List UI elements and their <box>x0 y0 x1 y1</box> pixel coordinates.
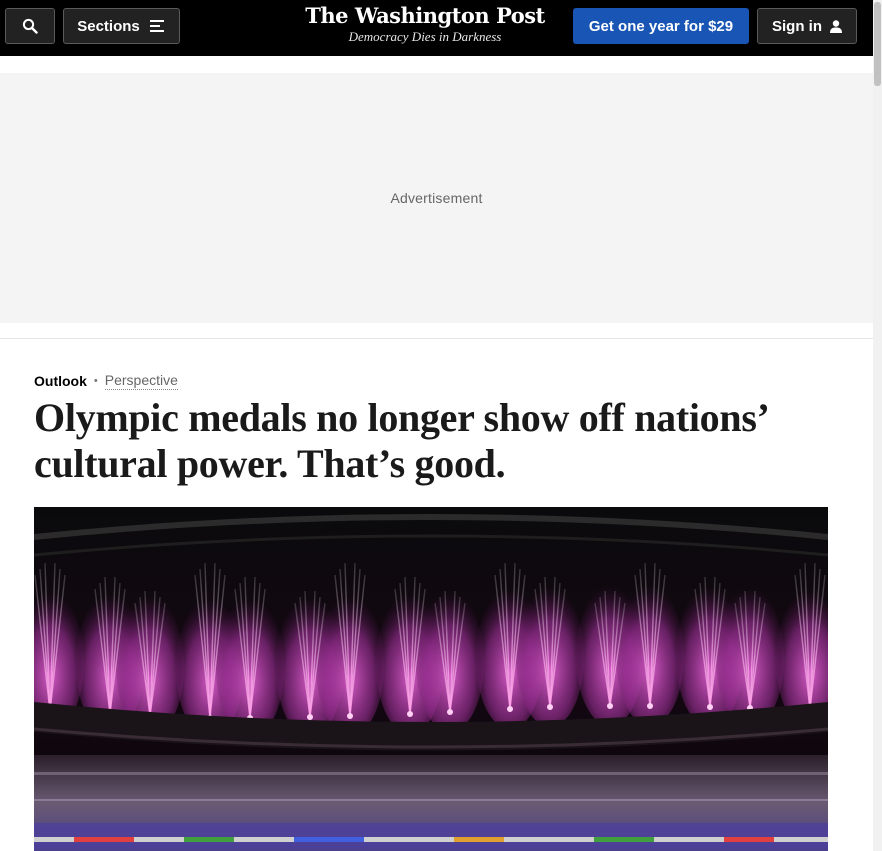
perspective-label[interactable]: Perspective <box>104 372 178 390</box>
subscribe-label: Get one year for $29 <box>588 17 734 35</box>
section-link[interactable]: Outlook <box>34 373 87 389</box>
advertisement-label: Advertisement <box>390 190 483 206</box>
search-icon <box>22 18 38 34</box>
scrollbar-thumb[interactable] <box>874 2 881 86</box>
search-button[interactable] <box>5 8 55 44</box>
section-divider <box>0 338 873 339</box>
menu-lines-icon <box>149 20 164 32</box>
brand-tagline: Democracy Dies in Darkness <box>348 29 502 44</box>
page-scrollbar[interactable] <box>873 0 882 851</box>
sign-in-button[interactable]: Sign in <box>757 8 857 44</box>
kicker-separator: • <box>93 375 98 387</box>
article-kicker: Outlook • Perspective <box>34 372 178 390</box>
top-navigation-bar: Sections The Washington Post Democracy D… <box>0 0 873 56</box>
sign-in-label: Sign in <box>772 17 822 35</box>
user-icon <box>830 19 842 33</box>
advertisement-slot: Advertisement <box>0 73 873 323</box>
brand-logo[interactable]: The Washington Post Democracy Dies in Da… <box>300 2 550 44</box>
sections-button[interactable]: Sections <box>63 8 180 44</box>
sections-label: Sections <box>77 17 140 35</box>
brand-name: The Washington Post <box>305 3 545 28</box>
fireworks-stadium-photo <box>34 507 828 851</box>
hero-image <box>34 507 828 851</box>
article-headline: Olympic medals no longer show off nation… <box>34 395 767 486</box>
subscribe-button[interactable]: Get one year for $29 <box>573 8 749 44</box>
